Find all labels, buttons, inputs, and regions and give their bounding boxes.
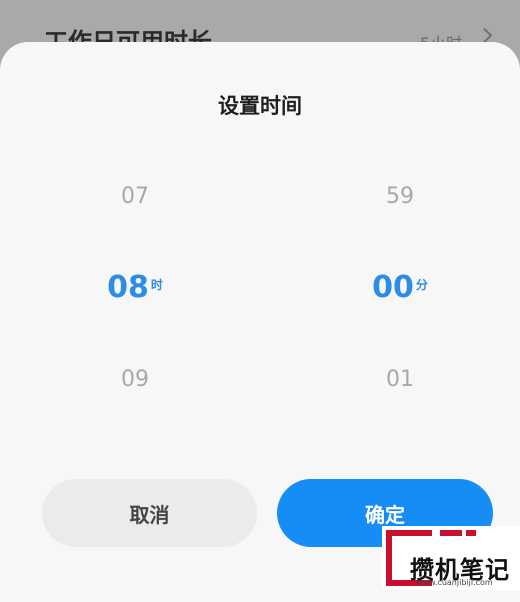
cancel-button[interactable]: 取消 [42,479,257,547]
hour-option-selected[interactable]: 08 时 [45,270,225,305]
minute-unit-label: 分 [415,278,428,292]
hour-unit-label: 时 [150,278,163,292]
hour-picker-wheel[interactable]: 07 08 时 09 [45,42,225,462]
minute-option-prev[interactable]: 59 [310,184,490,209]
minute-selected-value: 00 [372,270,414,305]
time-picker-dialog: 设置时间 07 08 时 09 59 00 分 01 取消 确定 [0,42,520,602]
watermark-url: www.cuanjibiji.com [416,578,493,587]
hour-selected-value: 08 [107,270,149,305]
chevron-right-icon [476,27,493,44]
hour-option-next[interactable]: 09 [45,367,225,392]
minute-option-next[interactable]: 01 [310,367,490,392]
hour-option-prev[interactable]: 07 [45,184,225,209]
watermark: 攒机笔记 www.cuanjibiji.com [382,526,520,590]
minute-picker-wheel[interactable]: 59 00 分 01 [310,42,490,462]
minute-option-selected[interactable]: 00 分 [310,270,490,305]
